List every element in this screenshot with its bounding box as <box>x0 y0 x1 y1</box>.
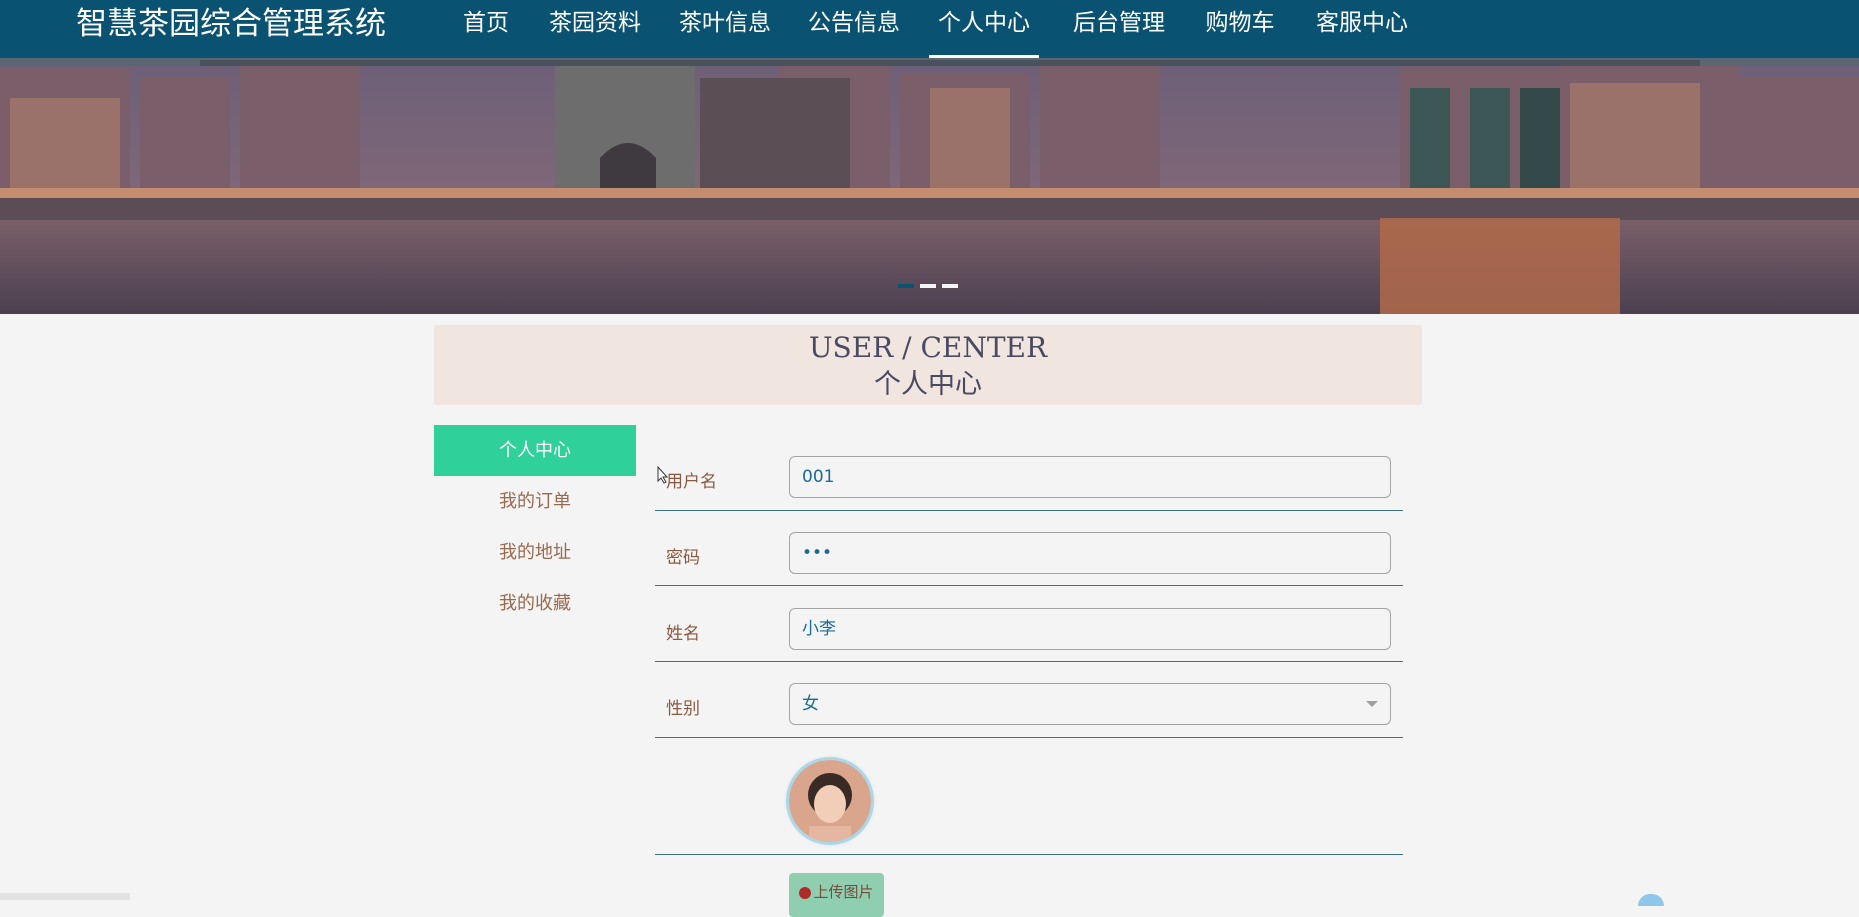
username-input[interactable]: 001 <box>789 456 1391 498</box>
upload-image-button[interactable]: 上传图片 <box>789 873 884 917</box>
form-row-avatar <box>655 748 1403 855</box>
banner-image <box>0 58 1859 314</box>
carousel-dot[interactable] <box>898 284 914 288</box>
site-title: 智慧茶园综合管理系统 <box>76 6 386 42</box>
side-item-favorites[interactable]: 我的收藏 <box>434 578 636 629</box>
nav-service[interactable]: 客服中心 <box>1314 0 1410 58</box>
top-navbar: 智慧茶园综合管理系统 首页 茶园资料 茶叶信息 公告信息 个人中心 后台管理 购… <box>0 0 1859 58</box>
chevron-down-icon <box>1366 701 1378 707</box>
nav-home[interactable]: 首页 <box>460 0 512 58</box>
form-row-username: 用户名 001 <box>655 445 1403 511</box>
side-menu: 个人中心 我的订单 我的地址 我的收藏 <box>434 425 636 629</box>
upload-button-label: 上传图片 <box>813 883 874 901</box>
gender-select-value: 女 <box>802 694 819 714</box>
side-item-addresses[interactable]: 我的地址 <box>434 527 636 578</box>
side-item-user-center[interactable]: 个人中心 <box>434 425 636 476</box>
nav-admin[interactable]: 后台管理 <box>1071 0 1167 58</box>
form-row-name: 姓名 小李 <box>655 597 1403 662</box>
name-label: 姓名 <box>666 624 700 644</box>
upload-icon <box>799 886 812 899</box>
section-header: USER / CENTER 个人中心 <box>434 325 1422 405</box>
username-label: 用户名 <box>666 472 717 492</box>
floating-chat-icon[interactable] <box>1638 894 1664 906</box>
user-avatar-photo <box>789 760 871 842</box>
horizontal-scrollbar[interactable] <box>0 893 130 900</box>
user-avatar <box>789 760 871 842</box>
carousel-dot[interactable] <box>920 284 936 288</box>
gender-select[interactable]: 女 <box>789 683 1391 725</box>
nav-tea-garden[interactable]: 茶园资料 <box>547 0 643 58</box>
side-item-orders[interactable]: 我的订单 <box>434 476 636 527</box>
nav-notices[interactable]: 公告信息 <box>806 0 902 58</box>
form-row-gender: 性别 女 <box>655 672 1403 738</box>
gender-label: 性别 <box>666 699 700 719</box>
form-row-password: 密码 ••• <box>655 521 1403 586</box>
section-title-en: USER / CENTER <box>808 331 1048 364</box>
nav-tea-info[interactable]: 茶叶信息 <box>677 0 773 58</box>
section-title-cn: 个人中心 <box>874 369 982 400</box>
name-input[interactable]: 小李 <box>789 608 1391 650</box>
nav-user-center[interactable]: 个人中心 <box>929 0 1039 58</box>
nav-cart[interactable]: 购物车 <box>1203 0 1277 58</box>
mouse-cursor-icon <box>657 466 669 484</box>
password-label: 密码 <box>666 548 700 568</box>
banner-carousel <box>0 58 1859 314</box>
carousel-dot[interactable] <box>942 284 958 288</box>
password-input[interactable]: ••• <box>789 532 1391 574</box>
